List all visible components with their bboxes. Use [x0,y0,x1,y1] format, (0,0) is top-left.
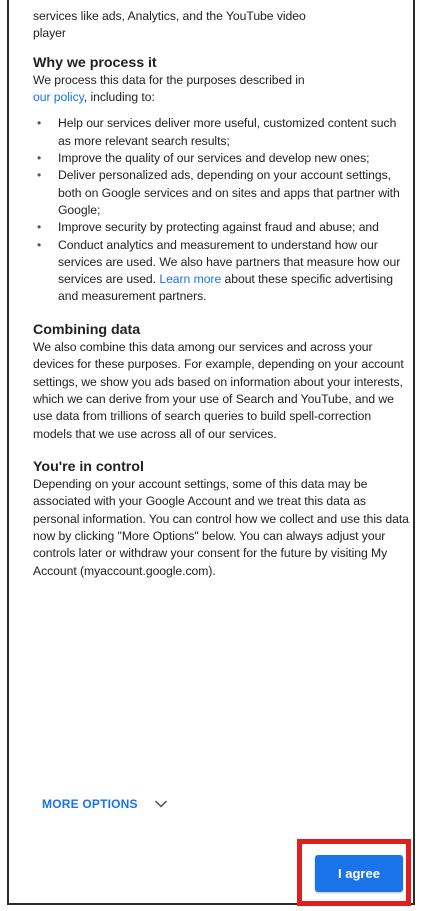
combining-data-body: We also combine this data among our serv… [33,340,404,441]
our-policy-link[interactable]: our policy [33,90,84,104]
purpose-list: Help our services deliver more useful, c… [33,115,409,305]
purpose-item-1: Help our services deliver more useful, c… [33,115,409,150]
purpose-item-5: Conduct analytics and measurement to und… [33,237,409,306]
learn-more-link[interactable]: Learn more [159,272,221,286]
in-control-body: Depending on your account settings, some… [33,477,409,578]
chevron-down-icon [154,797,168,811]
i-agree-button[interactable]: I agree [315,855,403,892]
purpose-item-4: Improve security by protecting against f… [33,219,409,237]
in-control-heading: You're in control [33,458,144,475]
combining-data-heading: Combining data [33,321,141,338]
why-intro: We process this data for the purposes de… [33,72,409,107]
dialog-frame: services like ads, Analytics, and the Yo… [7,0,415,905]
why-intro-prefix: We process this data for the purposes de… [33,72,305,87]
intro-tail: services like ads, Analytics, and the Yo… [33,8,409,43]
intro-tail-line1: services like ads, Analytics, and the Yo… [33,9,306,23]
purpose-item-2: Improve the quality of our services and … [33,150,409,168]
intro-tail-line2: player [33,26,66,41]
more-options-button[interactable]: MORE OPTIONS [42,797,168,811]
why-we-process-heading: Why we process it [33,54,157,71]
more-options-label: MORE OPTIONS [42,797,138,811]
consent-content: services like ads, Analytics, and the Yo… [33,8,409,580]
purpose-item-3: Deliver personalized ads, depending on y… [33,167,409,219]
why-intro-suffix: , including to: [83,90,155,105]
